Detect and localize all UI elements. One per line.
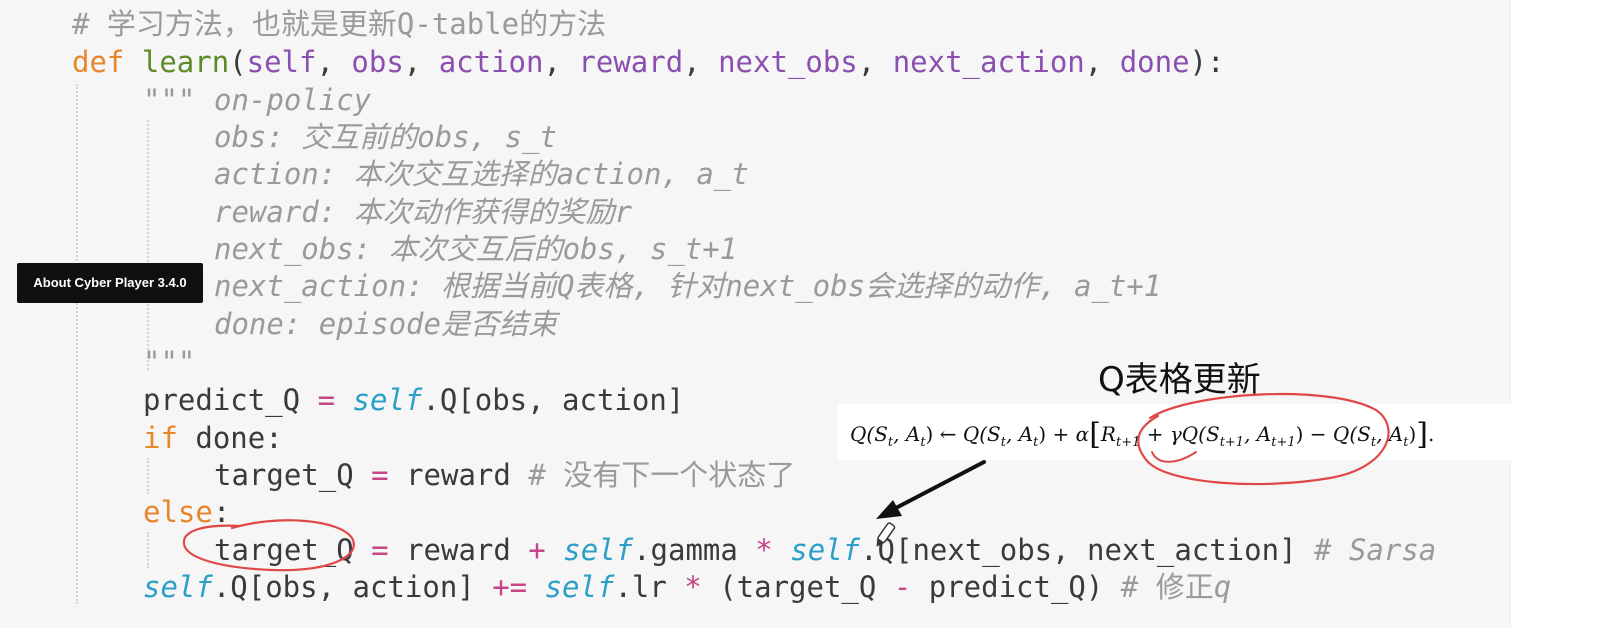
formula-part: , A bbox=[1244, 422, 1272, 446]
self-keyword: self bbox=[544, 570, 615, 604]
docstring-open-quote: """ bbox=[143, 83, 196, 117]
code-text: done: bbox=[177, 421, 283, 455]
param: obs bbox=[351, 45, 404, 79]
param: next_action bbox=[892, 45, 1085, 79]
paren: ): bbox=[1189, 45, 1225, 79]
var-target-q: target_Q bbox=[214, 458, 354, 492]
formula-part: , A bbox=[893, 422, 921, 446]
code-line-target-done: target_Q = reward # 没有下一个状态了 bbox=[214, 457, 795, 493]
operator: + bbox=[528, 533, 546, 567]
indent-guide bbox=[76, 84, 78, 604]
docstring-line: action: 本次交互选择的action, a_t bbox=[214, 157, 749, 191]
else-keyword: else bbox=[143, 495, 213, 529]
operator: * bbox=[684, 570, 702, 604]
docstring-line: reward: 本次动作获得的奖励r bbox=[214, 195, 633, 229]
formula-part: ← bbox=[933, 422, 963, 446]
code-editor-panel: # 学习方法，也就是更新Q-table的方法 def learn(self, o… bbox=[0, 0, 1511, 628]
docstring-line: done: episode是否结束 bbox=[214, 307, 557, 341]
param: action bbox=[438, 45, 544, 79]
operator: * bbox=[755, 533, 773, 567]
param: reward bbox=[578, 45, 684, 79]
sep: , bbox=[1084, 45, 1120, 79]
code-text: reward bbox=[406, 458, 529, 492]
indent-guide bbox=[147, 458, 149, 494]
formula-part: t+1 bbox=[1115, 435, 1141, 450]
code-comment-header: # 学习方法，也就是更新Q-table的方法 bbox=[72, 7, 607, 41]
operator: - bbox=[893, 570, 912, 604]
code-line-update: self.Q[obs, action] += self.lr * (target… bbox=[143, 569, 1231, 605]
param: done bbox=[1119, 45, 1190, 79]
self-keyword: self bbox=[143, 570, 213, 604]
param: self bbox=[246, 45, 317, 79]
formula-part: R bbox=[1100, 422, 1116, 446]
sep: , bbox=[857, 45, 893, 79]
code-line-if: if done: bbox=[143, 420, 283, 456]
code-line-target-sarsa: target_Q = reward + self.gamma * self.Q[… bbox=[214, 532, 1436, 568]
formula-part: + α bbox=[1046, 422, 1090, 446]
indent-guide bbox=[147, 532, 149, 568]
code-text: .gamma bbox=[633, 533, 756, 567]
self-keyword: self bbox=[790, 533, 861, 567]
paren: ( bbox=[229, 45, 247, 79]
formula-part: Q(S bbox=[850, 422, 888, 446]
formula-part: , A bbox=[1005, 422, 1034, 446]
operator: = bbox=[353, 533, 407, 567]
code-text: (target_Q bbox=[701, 570, 894, 604]
screenshot-stage: # 学习方法，也就是更新Q-table的方法 def learn(self, o… bbox=[0, 0, 1610, 639]
def-keyword: def bbox=[72, 45, 125, 79]
docstring-close-quote: """ bbox=[143, 345, 196, 379]
self-keyword: self bbox=[352, 383, 423, 417]
docstring-line: next_obs: 本次交互后的obs, s_t+1 bbox=[214, 232, 738, 266]
sep: , bbox=[403, 45, 439, 79]
code-def-line: def learn(self, obs, action, reward, nex… bbox=[72, 44, 1224, 80]
formula-part: [ bbox=[1089, 417, 1101, 452]
code-comment: q bbox=[1213, 570, 1232, 604]
update-formula: Q(St, At) ← Q(St, At) + α[Rt+1 + γQ(St+1… bbox=[850, 414, 1435, 452]
docstring-line: next_action: 根据当前Q表格, 针对next_obs会选择的动作, … bbox=[214, 269, 1162, 303]
operator: += bbox=[492, 570, 528, 604]
code-comment: # Sarsa bbox=[1314, 533, 1437, 567]
formula-part: , A bbox=[1376, 422, 1404, 446]
sep: , bbox=[543, 45, 579, 79]
formula-part: + γQ(S bbox=[1140, 422, 1220, 446]
code-text: reward bbox=[406, 533, 529, 567]
code-comment: # 修正 bbox=[1120, 570, 1214, 604]
about-player-tooltip[interactable]: About Cyber Player 3.4.0 bbox=[17, 263, 203, 303]
formula-part: t+1 bbox=[1271, 435, 1296, 450]
code-text: .Q[next_obs, next_action] bbox=[860, 533, 1315, 567]
formula-part: − Q(S bbox=[1303, 422, 1371, 446]
operator: = bbox=[353, 458, 407, 492]
code-text: .Q[obs, action] bbox=[212, 570, 493, 604]
indent-guide bbox=[147, 120, 149, 370]
code-text: : bbox=[212, 495, 231, 529]
var-target-q: target_Q bbox=[214, 533, 354, 567]
param: next_obs bbox=[718, 45, 858, 79]
formula-part: . bbox=[1428, 422, 1435, 446]
sep: , bbox=[683, 45, 719, 79]
function-name: learn bbox=[141, 45, 230, 79]
formula-image: Q(St, At) ← Q(St, At) + α[Rt+1 + γQ(St+1… bbox=[838, 404, 1558, 460]
code-line-else: else: bbox=[143, 494, 230, 530]
formula-part: ] bbox=[1416, 417, 1428, 452]
if-keyword: if bbox=[143, 421, 178, 455]
formula-part: Q(S bbox=[962, 422, 1001, 446]
docstring-line: on-policy bbox=[214, 83, 372, 117]
var-predict-q: predict_Q bbox=[143, 383, 301, 417]
docstring-line: obs: 交互前的obs, s_t bbox=[214, 120, 557, 154]
code-line-predict: predict_Q = self.Q[obs, action] bbox=[143, 382, 684, 418]
code-text: .Q[obs, action] bbox=[422, 383, 685, 417]
self-keyword: self bbox=[563, 533, 634, 567]
code-text: predict_Q) bbox=[911, 570, 1121, 604]
annotation-title: Q表格更新 bbox=[1098, 360, 1261, 400]
formula-part: t+1 bbox=[1219, 435, 1245, 450]
code-text: .lr bbox=[614, 570, 685, 604]
operator: = bbox=[300, 383, 353, 417]
sep: , bbox=[316, 45, 352, 79]
code-comment: # 没有下一个状态了 bbox=[528, 458, 796, 492]
